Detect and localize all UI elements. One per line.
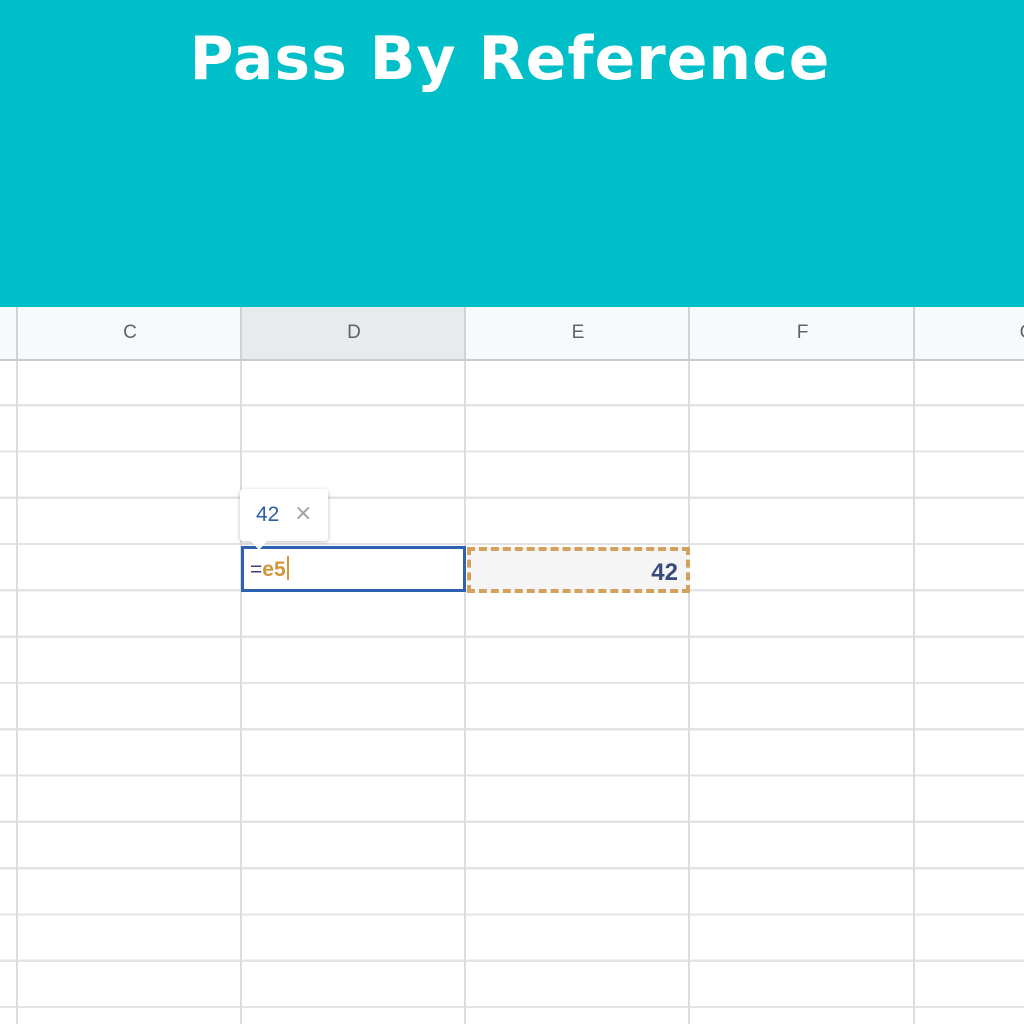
tooltip-value: 42 xyxy=(256,503,280,526)
column-header-e[interactable]: E xyxy=(464,307,690,359)
column-header-d[interactable]: D xyxy=(240,307,466,359)
spreadsheet-grid[interactable]: C D E F G 42 =e5 42 × xyxy=(0,307,1024,1024)
close-icon[interactable]: × xyxy=(294,501,312,527)
column-header-g[interactable]: G xyxy=(913,307,1024,359)
banner-title: Pass By Reference xyxy=(189,24,831,94)
column-header-f[interactable]: F xyxy=(688,307,915,359)
referenced-cell-value: 42 xyxy=(651,559,678,586)
text-caret xyxy=(286,556,289,580)
formula-equals: = xyxy=(250,558,263,581)
column-header-row: C D E F G xyxy=(0,307,1024,361)
cell-editor-d5[interactable]: =e5 xyxy=(241,546,466,592)
title-banner: Pass By Reference xyxy=(0,0,1024,307)
formula-preview-tooltip: 42 × xyxy=(240,489,328,550)
formula-reference: e5 xyxy=(262,558,286,581)
formula-text[interactable]: =e5 xyxy=(250,556,289,584)
column-header-c[interactable]: C xyxy=(16,307,242,359)
referenced-cell-e5[interactable]: 42 xyxy=(467,547,690,593)
